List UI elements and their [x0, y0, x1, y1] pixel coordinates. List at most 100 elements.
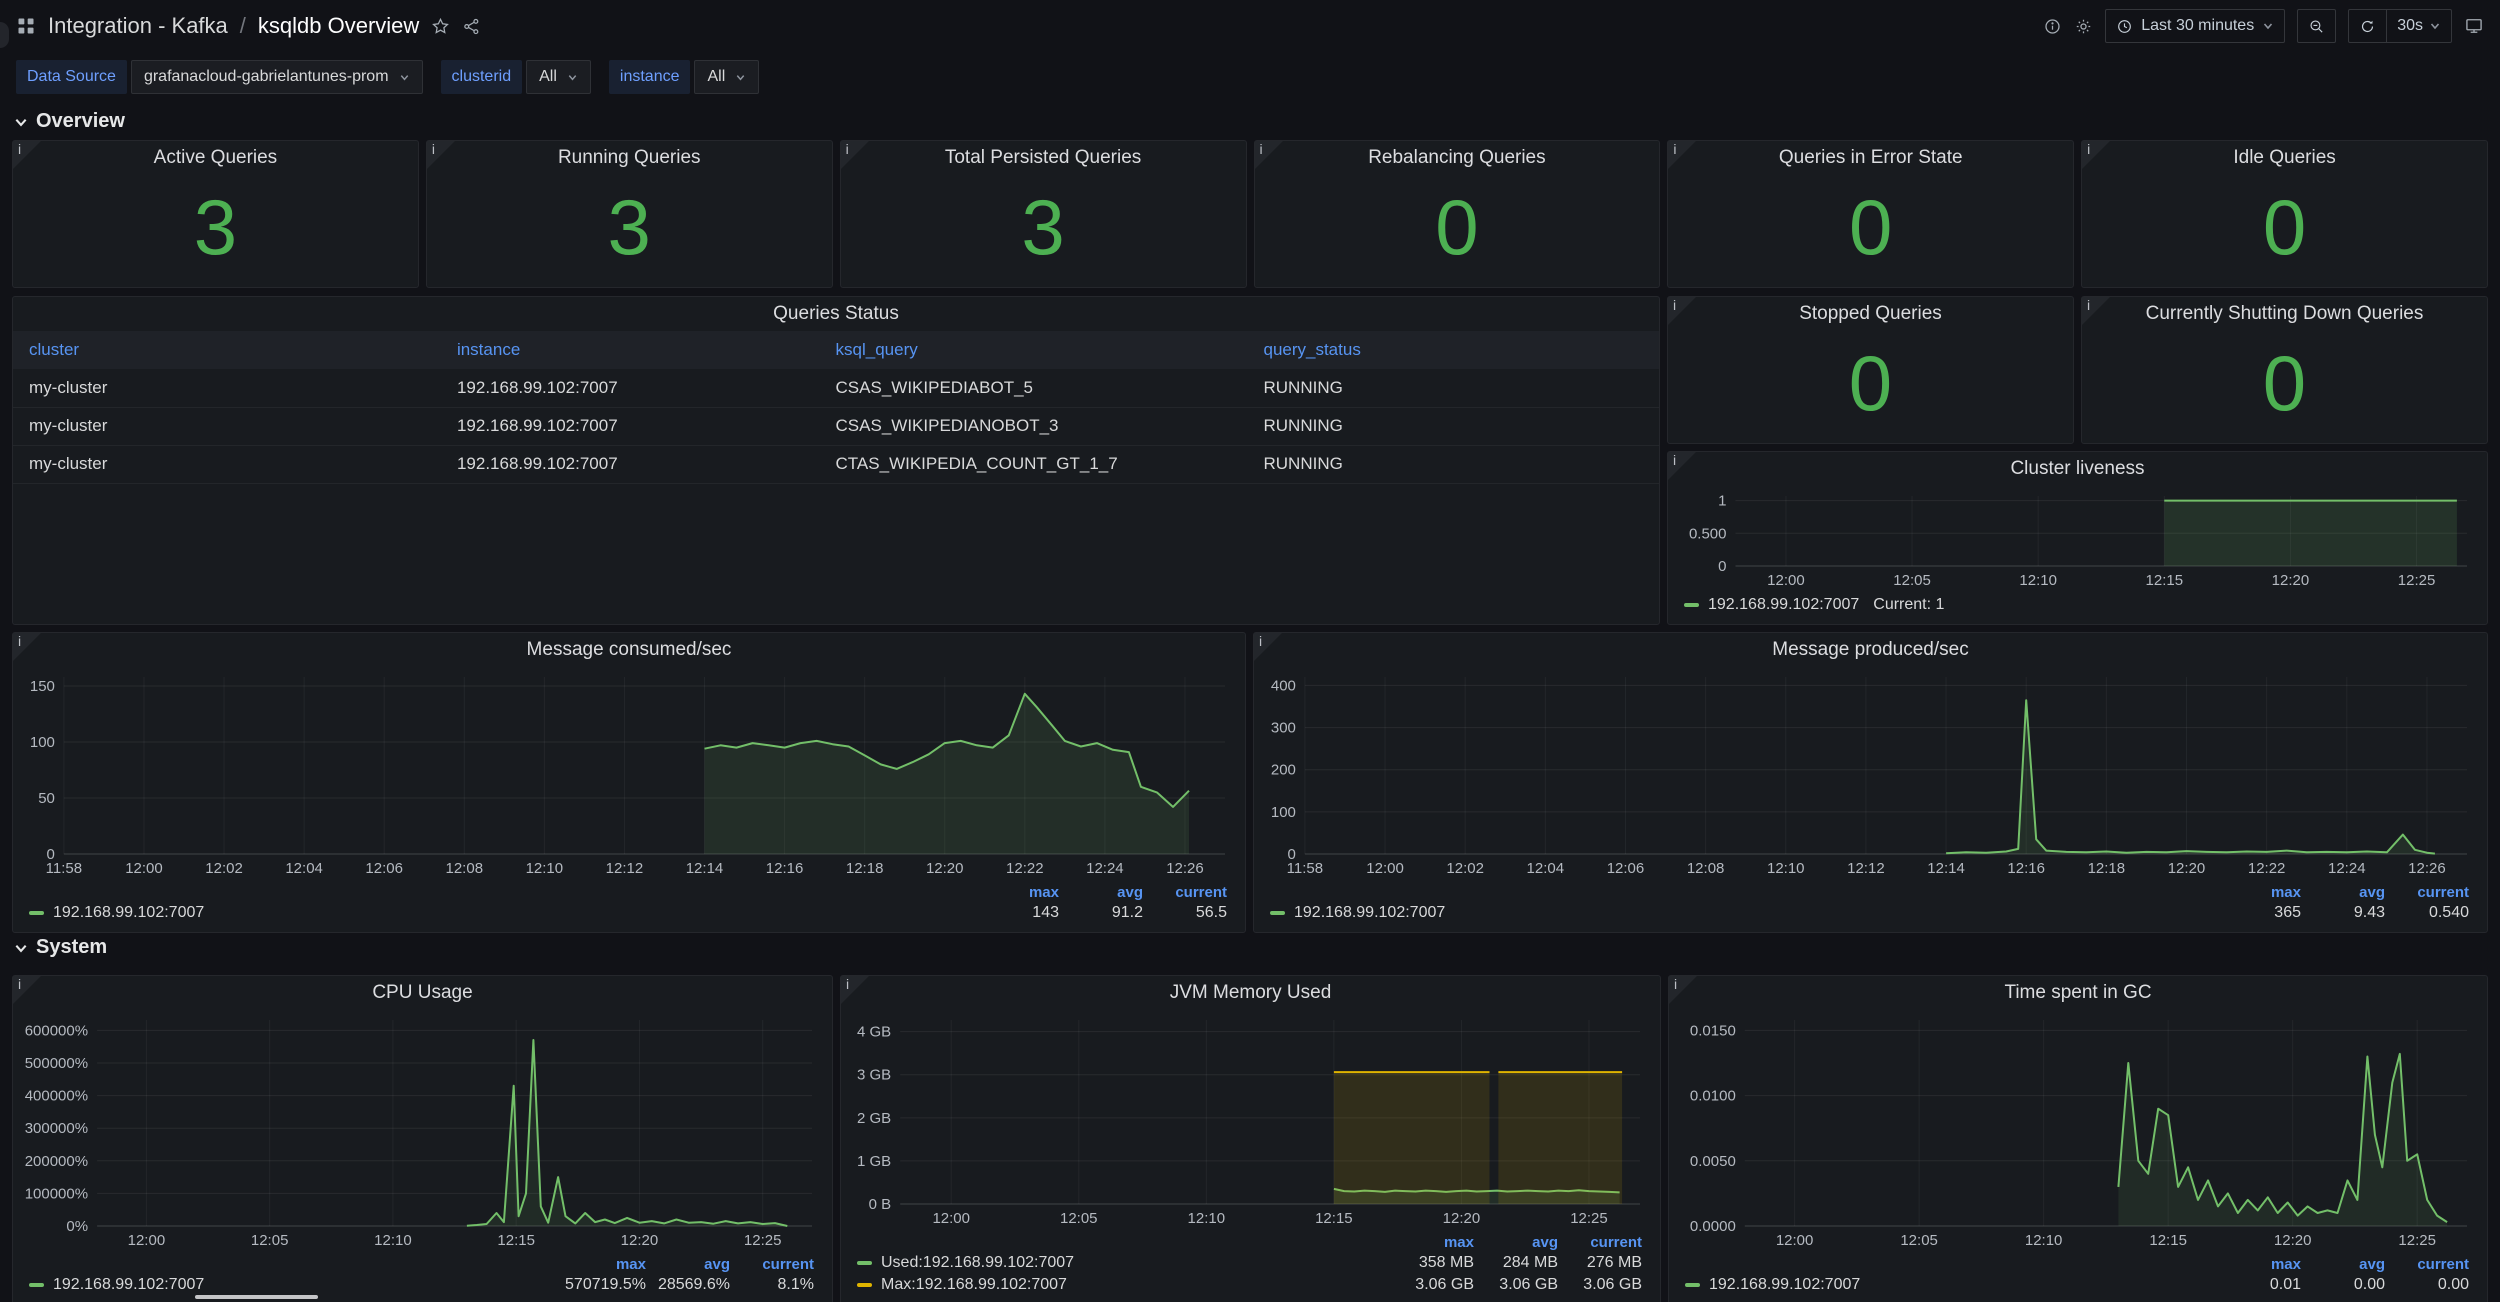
legend-col-current[interactable]: current: [730, 1256, 814, 1273]
legend-col-current[interactable]: current: [1143, 884, 1227, 901]
legend-col-max[interactable]: max: [975, 884, 1059, 901]
panel-info-icon[interactable]: [2082, 297, 2110, 325]
refresh-button[interactable]: [2349, 10, 2386, 42]
panel-title[interactable]: Message consumed/sec: [13, 633, 1245, 667]
panel-title[interactable]: Message produced/sec: [1254, 633, 2487, 667]
clusterid-dropdown[interactable]: All: [526, 60, 591, 94]
legend-series-name[interactable]: Used:192.168.99.102:7007: [881, 1254, 1074, 1272]
table-header-row: cluster instance ksql_query query_status: [13, 331, 1659, 369]
legend-item[interactable]: Used:192.168.99.102:7007358 MB284 MB276 …: [857, 1252, 1642, 1274]
panel-title[interactable]: Total Persisted Queries: [841, 141, 1246, 175]
legend-col-max[interactable]: max: [2217, 884, 2301, 901]
legend-col-max[interactable]: max: [2217, 1256, 2301, 1273]
section-overview[interactable]: Overview: [14, 110, 125, 133]
horizontal-scrollbar-thumb[interactable]: [195, 1295, 318, 1299]
legend-series-name[interactable]: 192.168.99.102:7007: [1709, 1276, 1860, 1294]
share-icon[interactable]: [462, 17, 481, 36]
legend-item[interactable]: 192.168.99.102:7007570719.5%28569.6%8.1%: [29, 1274, 814, 1296]
panel-title[interactable]: Stopped Queries: [1668, 297, 2073, 331]
panel-info-icon[interactable]: [13, 976, 41, 1004]
legend-series-name[interactable]: Max:192.168.99.102:7007: [881, 1276, 1067, 1294]
star-icon[interactable]: [431, 17, 450, 36]
chart-svg: 11:5812:0012:0212:0412:0612:0812:1012:12…: [19, 667, 1239, 880]
panel-title[interactable]: Active Queries: [13, 141, 418, 175]
svg-text:12:04: 12:04: [285, 860, 323, 877]
legend-col-current[interactable]: current: [1558, 1234, 1642, 1251]
legend-col-max[interactable]: max: [562, 1256, 646, 1273]
panel-title[interactable]: Idle Queries: [2082, 141, 2487, 175]
panel-rebalancing-queries: Rebalancing Queries 0: [1254, 140, 1661, 288]
legend-value: 0.00: [2301, 1276, 2385, 1294]
legend-item[interactable]: 192.168.99.102:700714391.256.5: [29, 902, 1227, 924]
refresh-picker: 30s: [2348, 9, 2452, 43]
legend-col-avg[interactable]: avg: [2301, 884, 2385, 901]
chart-plot[interactable]: 12:0012:0512:1012:1512:2012:250%100000%2…: [19, 1010, 826, 1252]
panel-info-icon[interactable]: [427, 141, 455, 169]
refresh-interval-picker[interactable]: 30s: [2386, 10, 2451, 42]
legend-col-current[interactable]: current: [2385, 1256, 2469, 1273]
apps-grid-icon[interactable]: [16, 16, 36, 36]
chart-plot[interactable]: 12:0012:0512:1012:1512:2012:2500.5001: [1674, 486, 2481, 592]
panel-title[interactable]: Cluster liveness: [1668, 452, 2487, 486]
legend-col-current[interactable]: current: [2385, 884, 2469, 901]
time-range-picker[interactable]: Last 30 minutes: [2105, 9, 2285, 43]
legend-col-max[interactable]: max: [1390, 1234, 1474, 1251]
panel-info-icon[interactable]: [1254, 633, 1282, 661]
column-header-query-status[interactable]: query_status: [1247, 331, 1659, 369]
panel-title[interactable]: JVM Memory Used: [841, 976, 1660, 1010]
panel-info-icon[interactable]: [1668, 297, 1696, 325]
panel-info-icon[interactable]: [13, 141, 41, 169]
legend-series-name[interactable]: 192.168.99.102:7007: [53, 904, 204, 922]
info-button[interactable]: [2043, 17, 2062, 36]
panel-info-icon[interactable]: [1669, 976, 1697, 1004]
panel-cpu-usage: CPU Usage 12:0012:0512:1012:1512:2012:25…: [12, 975, 833, 1302]
panel-currently-shutting-down-queries: Currently Shutting Down Queries 0: [2081, 296, 2488, 444]
zoom-out-button[interactable]: [2297, 9, 2336, 43]
panel-info-icon[interactable]: [13, 633, 41, 661]
section-system[interactable]: System: [14, 936, 107, 959]
kiosk-mode-icon[interactable]: [2464, 16, 2484, 36]
panel-title[interactable]: CPU Usage: [13, 976, 832, 1010]
svg-text:0%: 0%: [66, 1218, 88, 1235]
table-row: my-cluster 192.168.99.102:7007 CSAS_WIKI…: [13, 369, 1659, 407]
panel-info-icon[interactable]: [841, 141, 869, 169]
chevron-down-icon: [735, 72, 746, 83]
instance-dropdown[interactable]: All: [694, 60, 759, 94]
panel-info-icon[interactable]: [1668, 452, 1696, 480]
legend-col-avg[interactable]: avg: [646, 1256, 730, 1273]
legend-item[interactable]: 192.168.99.102:70073659.430.540: [1270, 902, 2469, 924]
chart-plot[interactable]: 12:0012:0512:1012:1512:2012:250.00000.00…: [1675, 1010, 2481, 1252]
panel-title[interactable]: Rebalancing Queries: [1255, 141, 1660, 175]
column-header-cluster[interactable]: cluster: [13, 331, 441, 369]
legend-series-name[interactable]: 192.168.99.102:7007: [1708, 596, 1859, 614]
legend-col-avg[interactable]: avg: [1474, 1234, 1558, 1251]
panel-info-icon[interactable]: [841, 976, 869, 1004]
chart-plot[interactable]: 11:5812:0012:0212:0412:0612:0812:1012:12…: [19, 667, 1239, 880]
legend-item[interactable]: Max:192.168.99.102:70073.06 GB3.06 GB3.0…: [857, 1274, 1642, 1296]
panel-title[interactable]: Queries Status: [13, 297, 1659, 331]
legend-series-name[interactable]: 192.168.99.102:7007: [1294, 904, 1445, 922]
chart-plot[interactable]: 12:0012:0512:1012:1512:2012:250 B1 GB2 G…: [847, 1010, 1654, 1230]
svg-text:12:24: 12:24: [1086, 860, 1124, 877]
breadcrumb-folder[interactable]: Integration - Kafka: [48, 13, 228, 39]
panel-title[interactable]: Currently Shutting Down Queries: [2082, 297, 2487, 331]
legend-item[interactable]: 192.168.99.102:70070.010.000.00: [1685, 1274, 2469, 1296]
datasource-dropdown[interactable]: grafanacloud-gabrielantunes-prom: [131, 60, 423, 94]
legend-series-name[interactable]: 192.168.99.102:7007: [53, 1276, 204, 1294]
svg-text:12:05: 12:05: [1893, 572, 1931, 589]
panel-info-icon[interactable]: [2082, 141, 2110, 169]
dashboard-title[interactable]: ksqldb Overview: [258, 13, 419, 39]
chart-plot[interactable]: 11:5812:0012:0212:0412:0612:0812:1012:12…: [1260, 667, 2481, 880]
column-header-ksql-query[interactable]: ksql_query: [820, 331, 1248, 369]
stat-value: 3: [13, 175, 418, 287]
legend-col-avg[interactable]: avg: [1059, 884, 1143, 901]
panel-info-icon[interactable]: [1668, 141, 1696, 169]
panel-title[interactable]: Queries in Error State: [1668, 141, 2073, 175]
panel-title[interactable]: Time spent in GC: [1669, 976, 2487, 1010]
panel-info-icon[interactable]: [1255, 141, 1283, 169]
legend-col-avg[interactable]: avg: [2301, 1256, 2385, 1273]
column-header-instance[interactable]: instance: [441, 331, 820, 369]
dashboard-settings-icon[interactable]: [2074, 17, 2093, 36]
legend-item[interactable]: 192.168.99.102:7007Current: 1: [1684, 594, 2469, 616]
panel-title[interactable]: Running Queries: [427, 141, 832, 175]
